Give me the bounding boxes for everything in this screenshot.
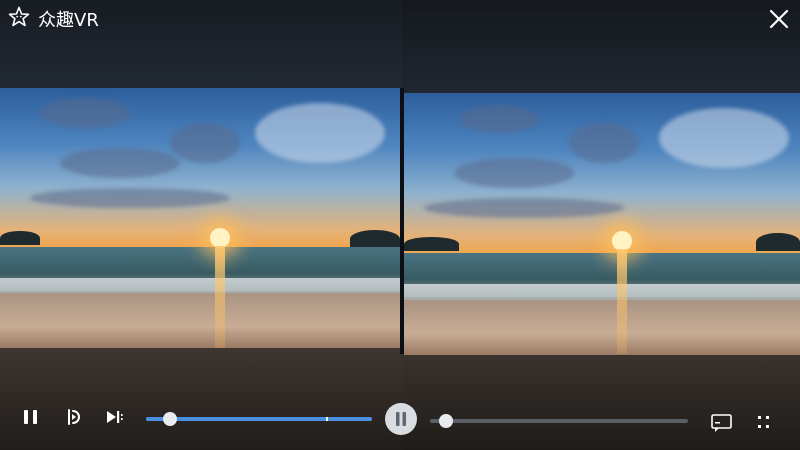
close-icon[interactable] — [766, 6, 792, 32]
subtitle-icon[interactable] — [709, 410, 735, 436]
next-icon[interactable] — [102, 404, 128, 430]
left-eye-view[interactable] — [0, 88, 400, 348]
buffer-marker — [326, 417, 328, 421]
pause-icon[interactable] — [18, 404, 44, 430]
playback-controls — [6, 400, 792, 444]
pause-icon — [396, 412, 406, 426]
progress-track[interactable] — [146, 417, 372, 421]
volume-track[interactable] — [430, 419, 688, 423]
app-title: 众趣VR — [38, 10, 99, 31]
vr-player: 众趣VR — [0, 0, 800, 450]
volume-thumb[interactable] — [439, 414, 453, 428]
progress-thumb[interactable] — [163, 412, 177, 426]
star-icon — [8, 6, 30, 27]
top-bar: 众趣VR — [0, 0, 800, 36]
right-eye-view[interactable] — [404, 93, 800, 355]
progress-fill — [146, 417, 372, 421]
center-pause-button[interactable] — [385, 403, 417, 435]
replay-icon[interactable] — [60, 404, 86, 430]
fullscreen-icon[interactable] — [751, 410, 777, 436]
